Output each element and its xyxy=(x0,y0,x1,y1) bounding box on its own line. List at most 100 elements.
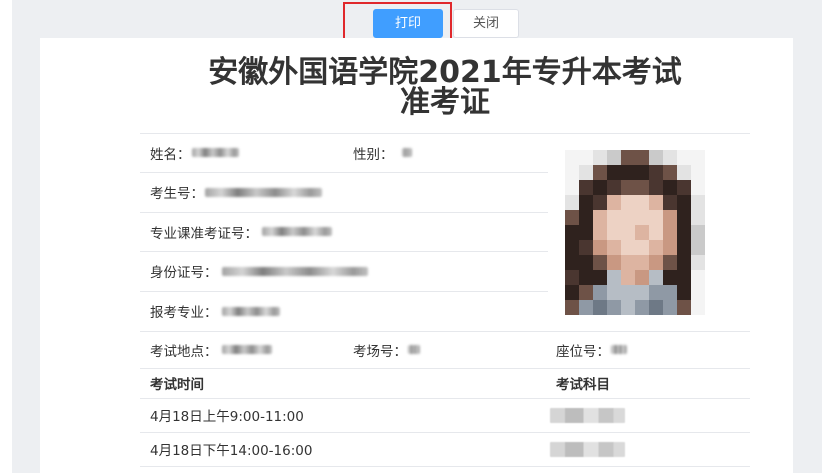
photo-mosaic-block xyxy=(635,270,649,285)
photo-mosaic-block xyxy=(579,300,593,315)
photo-mosaic-block xyxy=(565,210,579,225)
id-card-cell: 身份证号： xyxy=(150,251,368,291)
photo-mosaic-block xyxy=(565,165,579,180)
photo-mosaic-block xyxy=(593,285,607,300)
photo-mosaic-block xyxy=(663,240,677,255)
venue-label: 考试地点： xyxy=(150,343,218,360)
exam-time-cell: 4月18日上午9:00-11:00 xyxy=(150,409,304,425)
ticket-title-line2: 准考证 xyxy=(400,85,490,120)
photo-mosaic-block xyxy=(607,165,621,180)
photo-mosaic-block xyxy=(677,150,691,165)
room-cell: 考场号： xyxy=(353,331,420,368)
photo-mosaic-block xyxy=(649,255,663,270)
photo-mosaic-block xyxy=(677,300,691,315)
photo-mosaic-block xyxy=(691,255,705,270)
photo-mosaic-block xyxy=(649,165,663,180)
photo-mosaic-block xyxy=(607,225,621,240)
photo-mosaic-block xyxy=(649,285,663,300)
photo-mosaic-block xyxy=(579,255,593,270)
photo-mosaic-block xyxy=(663,210,677,225)
photo-mosaic-block xyxy=(663,165,677,180)
schedule-row: 4月18日上午9:00-11:00 xyxy=(140,398,750,432)
redacted-subject-value xyxy=(550,441,625,457)
photo-mosaic-block xyxy=(635,240,649,255)
photo-mosaic-block xyxy=(579,240,593,255)
photo-mosaic-block xyxy=(691,240,705,255)
photo-mosaic-block xyxy=(635,165,649,180)
photo-mosaic-block xyxy=(579,285,593,300)
redacted-gender-value xyxy=(401,148,412,157)
photo-mosaic-block xyxy=(649,180,663,195)
photo-mosaic-block xyxy=(621,180,635,195)
redacted-candidate-no-value xyxy=(205,187,322,197)
photo-mosaic-block xyxy=(593,180,607,195)
seat-cell: 座位号： xyxy=(556,331,627,368)
photo-mosaic-block xyxy=(691,225,705,240)
photo-mosaic-block xyxy=(607,210,621,225)
photo-mosaic-block xyxy=(663,285,677,300)
photo-mosaic-block xyxy=(621,255,635,270)
info-row-candidate-no: 考生号： xyxy=(140,172,548,212)
ticket-title-line1: 安徽外国语学院2021年专升本考试 xyxy=(208,55,682,90)
photo-mosaic-block xyxy=(621,165,635,180)
photo-mosaic-block xyxy=(565,150,579,165)
photo-mosaic-block xyxy=(593,225,607,240)
photo-mosaic-block xyxy=(635,255,649,270)
redacted-subject-value xyxy=(550,407,625,423)
photo-mosaic-block xyxy=(691,180,705,195)
photo-mosaic-block xyxy=(649,150,663,165)
photo-mosaic-block xyxy=(607,240,621,255)
photo-mosaic-block xyxy=(635,180,649,195)
photo-mosaic-block xyxy=(621,270,635,285)
photo-mosaic-block xyxy=(593,300,607,315)
gender-label: 性别： xyxy=(353,146,394,163)
photo-mosaic-block xyxy=(621,240,635,255)
photo-mosaic-block xyxy=(649,195,663,210)
photo-mosaic-block xyxy=(663,195,677,210)
gender-cell: 性别： xyxy=(353,133,412,172)
info-row-major-ticket-no: 专业课准考证号： xyxy=(140,212,548,251)
schedule-header-row: 考试时间 考试科目 xyxy=(140,368,750,398)
photo-mosaic-block xyxy=(565,270,579,285)
photo-mosaic-block xyxy=(565,240,579,255)
photo-mosaic-block xyxy=(579,180,593,195)
print-button[interactable]: 打印 xyxy=(373,9,443,38)
photo-mosaic-block xyxy=(691,150,705,165)
info-row-name-gender: 姓名： 性别： xyxy=(140,133,548,172)
photo-mosaic-block xyxy=(663,150,677,165)
photo-mosaic-block xyxy=(565,195,579,210)
name-label: 姓名： xyxy=(150,146,191,163)
redacted-room-value xyxy=(408,345,420,354)
photo-mosaic-block xyxy=(593,165,607,180)
major-cell: 报考专业： xyxy=(150,291,280,331)
photo-mosaic-block xyxy=(691,165,705,180)
exam-subject-cell xyxy=(550,398,625,432)
photo-mosaic-block xyxy=(677,255,691,270)
exam-time-header: 考试时间 xyxy=(150,377,204,393)
photo-mosaic-block xyxy=(663,180,677,195)
photo-mosaic-block xyxy=(593,270,607,285)
schedule-row: 4月18日下午14:00-16:00 xyxy=(140,432,750,466)
photo-mosaic-block xyxy=(677,180,691,195)
redacted-major-value xyxy=(221,306,280,316)
photo-mosaic-block xyxy=(635,210,649,225)
page: 打印 关闭 安徽外国语学院2021年专升本考试 准考证 姓名： 性别： 考生号：… xyxy=(0,0,833,473)
photo-mosaic-block xyxy=(663,255,677,270)
photo-mosaic-block xyxy=(649,225,663,240)
photo-mosaic-block xyxy=(621,210,635,225)
major-ticket-no-label: 专业课准考证号： xyxy=(150,225,258,242)
photo-mosaic-block xyxy=(635,285,649,300)
photo-mosaic-block xyxy=(607,180,621,195)
photo-mosaic-block xyxy=(565,225,579,240)
name-cell: 姓名： xyxy=(150,133,239,172)
photo-mosaic-block xyxy=(677,270,691,285)
close-button[interactable]: 关闭 xyxy=(453,9,519,38)
photo-mosaic-block xyxy=(579,270,593,285)
photo-mosaic-block xyxy=(691,210,705,225)
photo-mosaic-block xyxy=(607,285,621,300)
photo-mosaic xyxy=(565,150,705,315)
photo-mosaic-block xyxy=(565,180,579,195)
photo-mosaic-block xyxy=(593,150,607,165)
ticket-info-table: 姓名： 性别： 考生号： 专业课准考证号： 身份证号： 报考专业： 考试地点： … xyxy=(140,133,750,467)
photo-mosaic-block xyxy=(677,195,691,210)
